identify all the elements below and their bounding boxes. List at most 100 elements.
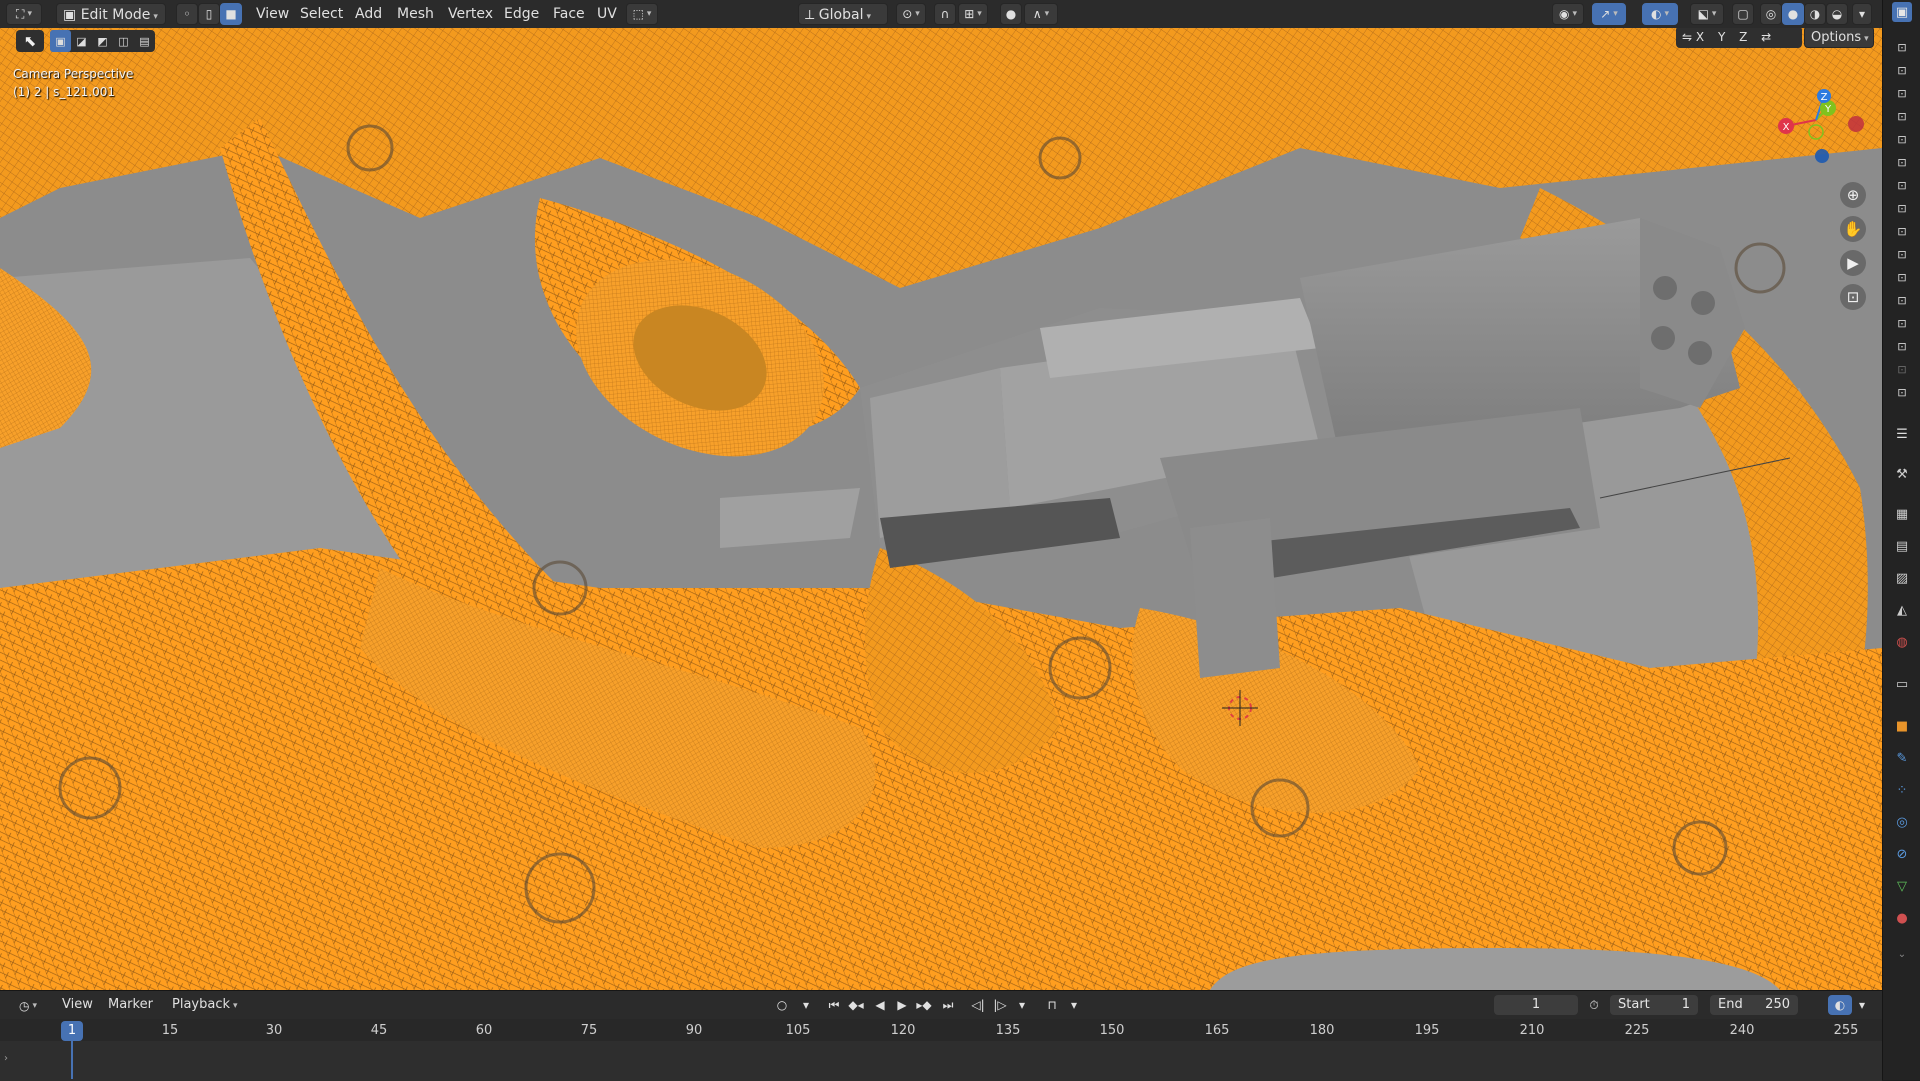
camera-icon[interactable]: ⊡ [1894,339,1910,353]
props-physics-tab[interactable]: ◎ [1892,812,1912,832]
vertex-select-button[interactable]: ◦ [176,3,198,25]
outliner-scene-button[interactable]: ▣ [1892,2,1912,22]
menu-vertex[interactable]: Vertex [442,3,499,25]
camera-icon[interactable]: ⊡ [1894,178,1910,192]
props-particles-tab[interactable]: ⁘ [1892,780,1912,800]
3d-viewport[interactable]: ⬉ ▣ ◪ ◩ ◫ ▤ Camera Perspective (1) 2 | s… [0,28,1882,990]
use-preview-range-button[interactable]: ⏱ [1584,996,1604,1014]
zoom-button[interactable]: ⊕ [1840,182,1866,208]
props-object-tab[interactable]: ■ [1892,716,1912,736]
props-output-tab[interactable]: ▤ [1892,536,1912,556]
props-material-tab[interactable]: ● [1892,908,1912,928]
pan-button[interactable]: ✋ [1840,216,1866,242]
solid-shading-button[interactable]: ● [1782,3,1804,25]
props-tool-settings-tab[interactable]: ⚒ [1892,464,1912,484]
current-frame-field[interactable]: 1 [1494,995,1578,1015]
mode-dropdown[interactable]: ▣ Edit Mode ▾ [56,3,166,25]
props-collection-tab[interactable]: ▭ [1892,674,1912,694]
menu-view[interactable]: View [250,3,295,25]
prev-frame-button[interactable]: ◁| [968,996,988,1014]
sync-dropdown[interactable]: ▾ [1064,996,1084,1014]
mirror-topology-icon[interactable]: ⇄ [1761,30,1771,44]
props-data-tab[interactable]: ▽ [1892,876,1912,896]
timeline-track[interactable] [0,1041,1882,1081]
camera-view-button[interactable]: ▶ [1840,250,1866,276]
mesh-overlay-button[interactable]: ⬕ ▾ [1690,3,1724,25]
timeline-overlay-dropdown[interactable]: ▾ [1852,996,1872,1014]
xray-toggle[interactable]: ▢ [1732,3,1754,25]
camera-icon[interactable]: ⊡ [1894,270,1910,284]
camera-icon[interactable]: ⊡ [1894,155,1910,169]
wireframe-shading-button[interactable]: ◎ [1760,3,1782,25]
props-constraints-tab[interactable]: ⊘ [1892,844,1912,864]
material-shading-button[interactable]: ◑ [1804,3,1826,25]
start-frame-field[interactable]: Start 1 [1610,995,1698,1015]
mirror-y-toggle[interactable]: Y [1718,30,1725,44]
perspective-toggle-button[interactable]: ⊡ [1840,284,1866,310]
mirror-z-toggle[interactable]: Z [1739,30,1747,44]
shading-options-button[interactable]: ▾ [1852,3,1872,25]
timeline-menu-playback[interactable]: Playback ▾ [166,994,244,1016]
next-keyframe-button[interactable]: ▸◆ [914,996,934,1014]
menu-uv[interactable]: UV [591,3,623,25]
props-tool-tab[interactable]: ☰ [1892,424,1912,444]
camera-icon[interactable]: ⊡ [1894,316,1910,330]
menu-add[interactable]: Add [349,3,388,25]
visibility-button[interactable]: ◉ ▾ [1552,3,1584,25]
playhead[interactable]: 1 [61,1021,83,1041]
camera-icon[interactable]: ⊡ [1894,385,1910,399]
menu-face[interactable]: Face [547,3,591,25]
timeline-menu-marker[interactable]: Marker [102,994,159,1016]
end-frame-field[interactable]: End 250 [1710,995,1798,1015]
orientation-dropdown[interactable]: ⟂ Global ▾ [798,3,888,25]
play-reverse-button[interactable]: ◀ [870,996,890,1014]
props-render-tab[interactable]: ▦ [1892,504,1912,524]
jump-end-button[interactable]: ⏭ [938,996,958,1014]
edge-select-button[interactable]: ▯ [198,3,220,25]
camera-icon[interactable]: ⊡ [1894,63,1910,77]
expand-arrow-icon[interactable]: › [4,1053,8,1064]
prev-keyframe-button[interactable]: ◆◂ [846,996,866,1014]
mirror-x-toggle[interactable]: X [1696,30,1704,44]
overlay-toggle[interactable]: ◐ ▾ [1642,3,1678,25]
rendered-shading-button[interactable]: ◒ [1826,3,1848,25]
camera-icon[interactable]: ⊡ [1894,293,1910,307]
props-scene-tab[interactable]: ◭ [1892,600,1912,620]
tweak-tool-button[interactable]: ⬉ [16,30,44,52]
playback-sync-button[interactable]: ⊓ [1042,996,1062,1014]
camera-icon[interactable]: ⊡ [1894,201,1910,215]
auto-keying-button[interactable]: ○ [772,996,792,1014]
camera-icon[interactable]: ⊡ [1894,40,1910,54]
timeline-menu-view[interactable]: View [56,994,99,1016]
camera-icon[interactable]: ⊡ [1894,109,1910,123]
select-new-button[interactable]: ▣ [50,30,71,52]
timeline-editor-type-button[interactable]: ◷ ▾ [12,995,44,1017]
snap-target-button[interactable]: ⊞ ▾ [958,3,988,25]
timeline-overlay-button[interactable]: ◐ [1828,995,1852,1015]
gizmo-toggle[interactable]: ↗ ▾ [1592,3,1626,25]
options-dropdown[interactable]: Options ▾ [1804,28,1874,48]
next-frame-button[interactable]: |▷ [990,996,1010,1014]
camera-icon[interactable]: ⊡ [1894,86,1910,100]
props-scroll-down[interactable]: ⌄ [1892,944,1912,964]
play-button[interactable]: ▶ [892,996,912,1014]
falloff-button[interactable]: ∧ ▾ [1024,3,1058,25]
props-modifier-tab[interactable]: ✎ [1892,748,1912,768]
menu-mesh[interactable]: Mesh [391,3,440,25]
select-intersect-button[interactable]: ▤ [134,30,155,52]
props-world-tab[interactable]: ◍ [1892,632,1912,652]
snap-toggle[interactable]: ∩ [934,3,956,25]
navigation-gizmo[interactable]: X Y Z [1766,68,1866,168]
select-extend-button[interactable]: ◪ [71,30,92,52]
jump-start-button[interactable]: ⏮ [824,996,844,1014]
select-subtract-button[interactable]: ◩ [92,30,113,52]
proportional-edit-toggle[interactable]: ● [1000,3,1022,25]
camera-icon[interactable]: ⊡ [1894,362,1910,376]
props-view-layer-tab[interactable]: ▨ [1892,568,1912,588]
timeline-ruler[interactable]: 15 30 45 60 75 90 105 120 135 150 165 18… [0,1019,1882,1041]
keying-options-button[interactable]: ▾ [796,996,816,1014]
menu-select[interactable]: Select [294,3,349,25]
face-select-button[interactable]: ■ [220,3,242,25]
uv-sync-button[interactable]: ⬚ ▾ [626,3,658,25]
pivot-point-button[interactable]: ⊙ ▾ [896,3,926,25]
